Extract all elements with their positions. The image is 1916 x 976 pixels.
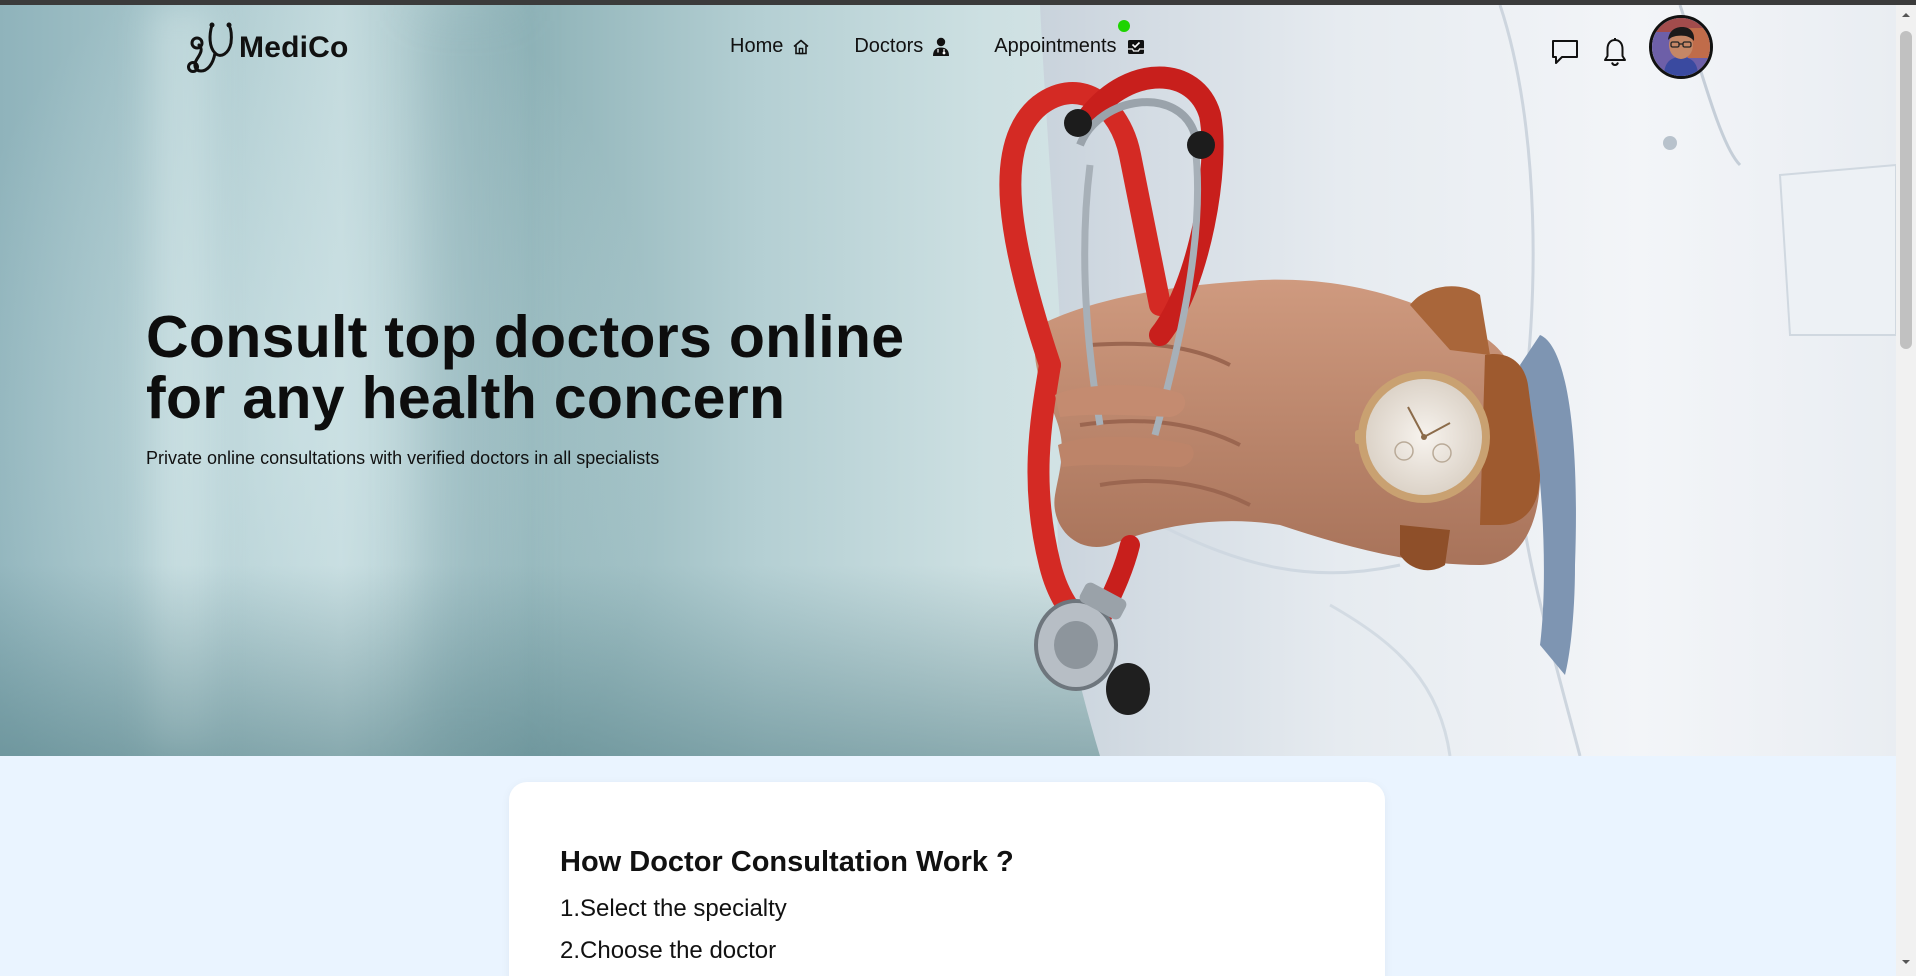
home-icon <box>793 39 809 54</box>
nav-home[interactable]: Home <box>730 35 810 58</box>
header-actions <box>1547 15 1713 79</box>
navbar: MediCo Home Doctors Appointments <box>0 5 1896 85</box>
logo[interactable]: MediCo <box>185 20 349 76</box>
step-item: 1.Select the specialty <box>560 895 787 922</box>
hero-section: MediCo Home Doctors Appointments Consult… <box>0 5 1896 756</box>
main-nav: Home Doctors Appointments <box>730 35 1190 58</box>
hero-subtitle: Private online consultations with verifi… <box>146 448 660 468</box>
page: MediCo Home Doctors Appointments Consult… <box>0 5 1896 976</box>
profile-photo <box>1652 18 1710 76</box>
how-it-works-card: How Doctor Consultation Work ? 1.Select … <box>509 782 1385 976</box>
online-status-indicator <box>1118 20 1130 32</box>
chat-icon <box>1552 40 1578 64</box>
vertical-scrollbar[interactable] <box>1896 5 1916 976</box>
how-it-works-title: How Doctor Consultation Work ? <box>560 846 1014 878</box>
nav-appointments-label: Appointments <box>994 35 1117 57</box>
doctor-icon <box>933 37 950 56</box>
hero-title-line-2: for any health concern <box>146 365 786 431</box>
bell-icon <box>1604 38 1626 67</box>
notifications-button[interactable] <box>1597 34 1633 70</box>
user-avatar[interactable] <box>1649 15 1713 79</box>
hero-title-line-1: Consult top doctors online <box>146 304 905 370</box>
nav-doctors-label: Doctors <box>854 35 924 57</box>
scrollbar-thumb[interactable] <box>1900 31 1912 349</box>
messages-button[interactable] <box>1547 34 1583 70</box>
nav-doctors[interactable]: Doctors <box>854 35 950 58</box>
nav-appointments[interactable]: Appointments <box>994 35 1145 58</box>
hero-text: Consult top doctors online for any healt… <box>146 307 946 469</box>
doctor-photo <box>999 5 1896 756</box>
hero-title: Consult top doctors online for any healt… <box>146 307 946 429</box>
stethoscope-logo-icon <box>187 22 233 73</box>
scroll-up-arrow-icon[interactable] <box>1900 9 1912 21</box>
inbox-check-icon <box>1127 39 1144 54</box>
scroll-down-arrow-icon[interactable] <box>1900 956 1912 968</box>
brand-name: MediCo <box>239 31 349 64</box>
nav-home-label: Home <box>730 35 784 57</box>
step-item: 2.Choose the doctor <box>560 937 777 964</box>
